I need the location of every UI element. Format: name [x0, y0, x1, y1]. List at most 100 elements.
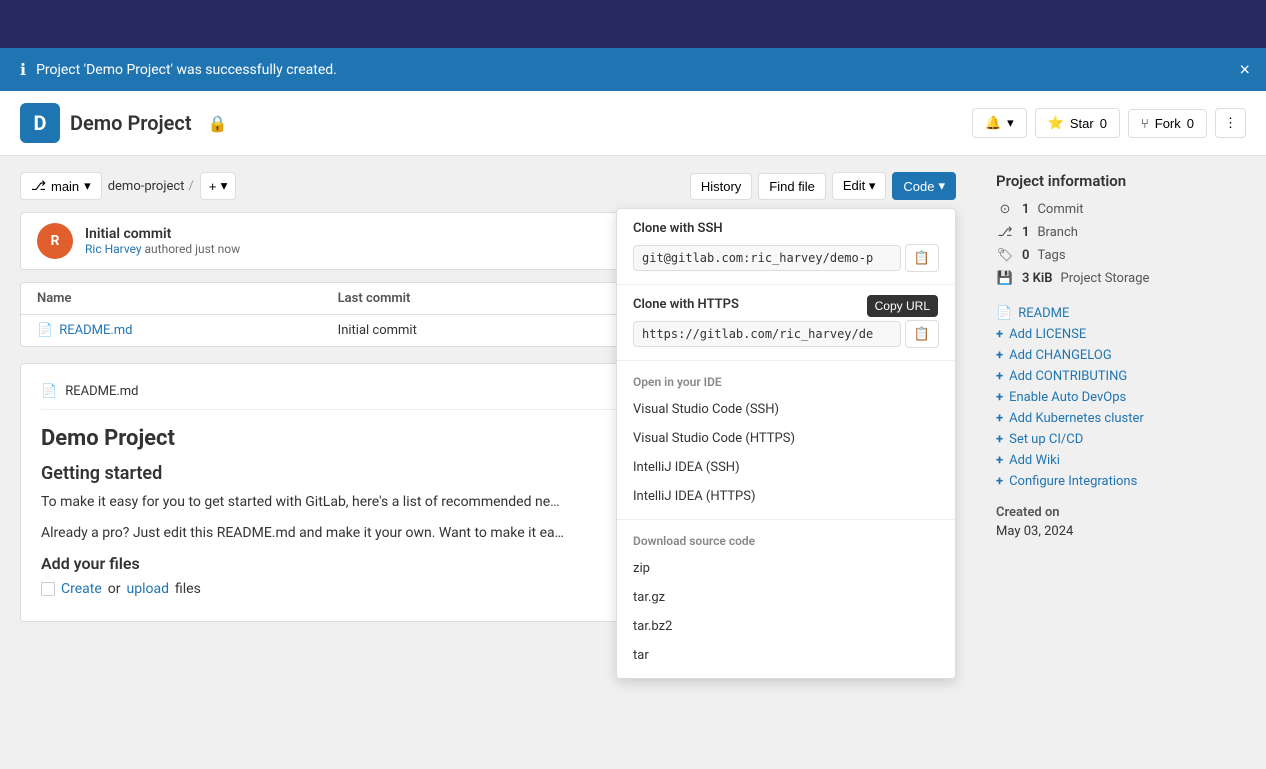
setup-ci-text: Set up CI/CD [1009, 432, 1083, 447]
clone-dropdown: Clone with SSH 📋 Clone with HTTPS [616, 208, 956, 679]
add-changelog-link[interactable]: + Add CHANGELOG [996, 348, 1246, 363]
ide-vscode-https[interactable]: Visual Studio Code (HTTPS) [617, 424, 955, 453]
commit-time: authored just now [145, 242, 241, 256]
more-actions-button[interactable]: ⋮ [1215, 108, 1246, 138]
copy-ssh-button[interactable]: 📋 [905, 244, 939, 272]
download-tar-gz[interactable]: tar.gz [617, 583, 955, 612]
branch-select-button[interactable]: ⎇ main ▾ [20, 172, 102, 200]
add-wiki-link[interactable]: + Add Wiki [996, 453, 1246, 468]
toolbar-row: ⎇ main ▾ demo-project / + ▾ History Find… [20, 172, 956, 200]
file-commit: Initial commit [338, 323, 639, 338]
alert-message: Project 'Demo Project' was successfully … [36, 62, 337, 78]
copy-https-button[interactable]: 📋 Copy URL [905, 320, 939, 348]
branch-selector: ⎇ main ▾ demo-project / + ▾ [20, 172, 236, 200]
readme-link[interactable]: 📄 README [996, 306, 1246, 321]
repo-area: ⎇ main ▾ demo-project / + ▾ History Find… [0, 156, 976, 638]
add-contributing-link[interactable]: + Add CONTRIBUTING [996, 369, 1246, 384]
plus-icon: + [996, 474, 1003, 489]
open-ide-label: Open in your IDE [617, 369, 955, 395]
header-actions: 🔔 ▾ ⭐ Star 0 ⑂ Fork 0 ⋮ [972, 108, 1246, 138]
edit-label: Edit [843, 178, 865, 193]
path-separator: / [188, 179, 193, 194]
sidebar-section-title: Project information [996, 172, 1246, 190]
branch-icon: ⎇ [996, 225, 1014, 240]
commit-icon: ⊙ [996, 202, 1014, 217]
sidebar-created: Created on May 03, 2024 [996, 505, 1246, 539]
add-license-link[interactable]: + Add LICENSE [996, 327, 1246, 342]
edit-button[interactable]: Edit ▾ [832, 172, 887, 200]
star-icon: ⭐ [1048, 115, 1064, 131]
download-zip[interactable]: zip [617, 554, 955, 583]
enable-auto-devops-link[interactable]: + Enable Auto DevOps [996, 390, 1246, 405]
stat-commit: ⊙ 1 Commit [996, 202, 1246, 217]
alert-banner: ℹ Project 'Demo Project' was successfull… [0, 48, 1266, 91]
configure-integrations-link[interactable]: + Configure Integrations [996, 474, 1246, 489]
plus-icon: + [996, 348, 1003, 363]
add-license-text: Add LICENSE [1009, 327, 1086, 342]
checkbox-icon [41, 582, 55, 596]
download-label: Download source code [617, 528, 955, 554]
code-button[interactable]: Code ▾ [892, 172, 956, 200]
download-section: Download source code zip tar.gz tar.bz2 … [617, 520, 955, 678]
edit-chevron: ▾ [869, 178, 876, 193]
file-name[interactable]: 📄 README.md [37, 323, 338, 338]
clone-https-input[interactable] [633, 321, 901, 347]
tags-icon: 🏷 [996, 248, 1014, 263]
plus-icon: + [996, 411, 1003, 426]
download-tar[interactable]: tar [617, 641, 955, 670]
star-count: 0 [1100, 116, 1107, 131]
ide-vscode-ssh[interactable]: Visual Studio Code (SSH) [617, 395, 955, 424]
commit-author-link[interactable]: Ric Harvey [85, 242, 142, 256]
clone-ssh-input[interactable] [633, 245, 901, 271]
plus-icon: + [996, 327, 1003, 342]
setup-ci-link[interactable]: + Set up CI/CD [996, 432, 1246, 447]
file-icon: 📄 [37, 323, 53, 338]
open-ide-section: Open in your IDE Visual Studio Code (SSH… [617, 361, 955, 520]
commit-count: 1 [1022, 202, 1029, 217]
alert-close-button[interactable]: × [1239, 59, 1250, 80]
notification-button[interactable]: 🔔 ▾ [972, 108, 1027, 138]
storage-label: Project Storage [1061, 271, 1150, 286]
upload-link[interactable]: upload [127, 581, 169, 597]
fork-button[interactable]: ⑂ Fork 0 [1128, 109, 1207, 138]
history-button[interactable]: History [690, 173, 752, 200]
project-avatar: D [20, 103, 60, 143]
download-tar-bz2[interactable]: tar.bz2 [617, 612, 955, 641]
col-name: Name [37, 291, 338, 306]
find-file-button[interactable]: Find file [758, 173, 826, 200]
notification-chevron: ▾ [1007, 115, 1014, 131]
add-file-button[interactable]: + ▾ [200, 172, 237, 200]
right-sidebar: Project information ⊙ 1 Commit ⎇ 1 Branc… [976, 156, 1266, 638]
plus-icon: + [996, 369, 1003, 384]
stat-storage: 💾 3 KiB Project Storage [996, 271, 1246, 286]
plus-icon: + [996, 390, 1003, 405]
ide-intellij-https[interactable]: IntelliJ IDEA (HTTPS) [617, 482, 955, 511]
ide-intellij-ssh[interactable]: IntelliJ IDEA (SSH) [617, 453, 955, 482]
clone-https-section: Clone with HTTPS 📋 Copy URL [617, 285, 955, 361]
clone-ssh-row: 📋 [633, 244, 939, 272]
fork-count: 0 [1187, 116, 1194, 131]
commit-label: Commit [1037, 202, 1083, 217]
add-wiki-text: Add Wiki [1009, 453, 1060, 468]
add-kubernetes-link[interactable]: + Add Kubernetes cluster [996, 411, 1246, 426]
readme-link-icon: 📄 [996, 306, 1012, 321]
file-name-text: README.md [59, 323, 132, 338]
create-link[interactable]: Create [61, 581, 102, 597]
copy-url-tooltip: Copy URL [867, 295, 938, 317]
star-button[interactable]: ⭐ Star 0 [1035, 108, 1120, 138]
path-root[interactable]: demo-project [108, 179, 185, 194]
storage-icon: 💾 [996, 271, 1014, 286]
branch-icon: ⎇ [31, 178, 46, 194]
enable-auto-devops-text: Enable Auto DevOps [1009, 390, 1126, 405]
created-on-date: May 03, 2024 [996, 524, 1246, 539]
clone-ssh-section: Clone with SSH 📋 [617, 209, 955, 285]
stat-tags: 🏷 0 Tags [996, 248, 1246, 263]
clone-https-row: 📋 Copy URL [633, 320, 939, 348]
stat-branch: ⎇ 1 Branch [996, 225, 1246, 240]
configure-integrations-text: Configure Integrations [1009, 474, 1137, 489]
star-label: Star [1070, 116, 1094, 131]
files-text: files [175, 581, 201, 597]
readme-file-icon: 📄 [41, 384, 57, 399]
code-chevron: ▾ [938, 178, 945, 194]
add-icon: + [209, 179, 217, 194]
